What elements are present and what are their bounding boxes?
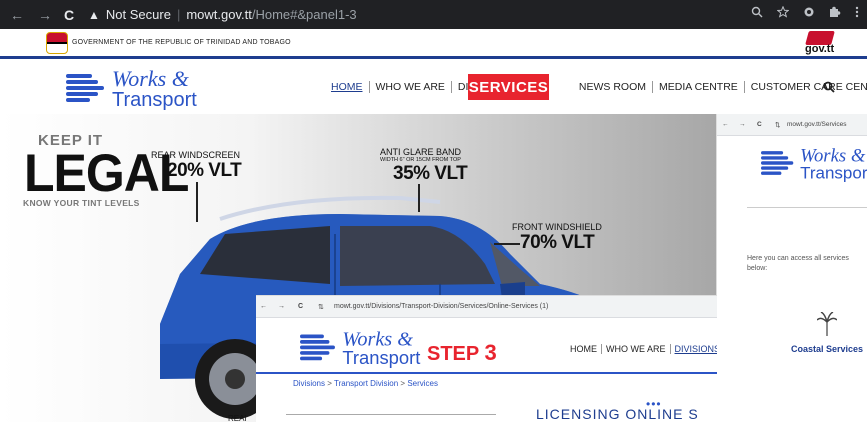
online-services-inset: ← → C ⇅ mowt.gov.tt/Divisions/Transport-…: [256, 295, 717, 422]
url-path: /Home#&panel1-3: [251, 7, 357, 22]
nav-news-room[interactable]: NEWS ROOM: [573, 81, 654, 93]
services-page-inset: ← → C ⇅ mowt.gov.tt/Services Works & Tra…: [716, 114, 867, 422]
inset-site-logo[interactable]: Works & Transport: [761, 146, 867, 182]
logo-mark-icon: [66, 72, 108, 106]
step-number: 3: [484, 340, 497, 365]
logo-mark-icon: [300, 333, 339, 364]
logo-works: Works &: [112, 66, 189, 91]
browser-toolbar: ← → C ▲ Not Secure | mowt.gov.tt/Home#&p…: [0, 0, 867, 29]
inset-site-logo[interactable]: Works & Transport: [300, 329, 420, 368]
nav-who-we-are[interactable]: WHO WE ARE: [602, 344, 671, 354]
toolbar-actions: [751, 6, 859, 18]
nav-media-centre[interactable]: MEDIA CENTRE: [653, 81, 745, 93]
step-label: STEP 3: [427, 340, 497, 366]
licensing-heading: LICENSING ONLINE S: [536, 406, 699, 422]
nav-home[interactable]: HOME: [325, 81, 370, 93]
forward-icon[interactable]: →: [739, 121, 746, 128]
rear-windscreen-label: REAR WINDSCREEN: [151, 150, 241, 160]
step-word: STEP: [427, 343, 479, 365]
header-rule: [256, 372, 717, 374]
site-info-icon: ⇅: [318, 304, 324, 311]
anti-glare-label: ANTI GLARE BAND: [380, 147, 462, 157]
coastal-services-link[interactable]: Coastal Services: [791, 344, 863, 354]
star-icon[interactable]: [777, 6, 789, 18]
anti-glare-leader-line: [418, 184, 420, 212]
inset-url[interactable]: mowt.gov.tt/Divisions/Transport-Division…: [334, 303, 548, 310]
address-bar[interactable]: ▲ Not Secure | mowt.gov.tt/Home#&panel1-…: [88, 4, 708, 25]
reload-icon[interactable]: C: [64, 7, 74, 23]
government-title: GOVERNMENT OF THE REPUBLIC OF TRINIDAD A…: [72, 39, 291, 46]
forward-icon[interactable]: →: [278, 303, 285, 310]
main-nav: HOME WHO WE ARE DIVISI NEWS ROOM MEDIA C…: [325, 81, 867, 93]
divider: [747, 207, 867, 208]
search-icon[interactable]: [823, 81, 835, 93]
gov-tt-logo[interactable]: gov.tt: [803, 31, 839, 57]
front-windshield-label: FRONT WINDSHIELD: [512, 222, 602, 232]
coat-of-arms-icon: [46, 32, 68, 54]
gov-tt-text: gov.tt: [805, 43, 835, 55]
url-text: mowt.gov.tt/Home#&panel1-3: [186, 7, 356, 22]
know-tint-text: KNOW YOUR TINT LEVELS: [23, 198, 140, 208]
nav-divisions[interactable]: DIVISIONS: [671, 344, 717, 354]
rear-leader-line: [196, 182, 198, 222]
menu-icon[interactable]: [855, 6, 859, 18]
breadcrumb-transport-division[interactable]: Transport Division: [334, 379, 398, 388]
nav-home[interactable]: HOME: [566, 344, 602, 354]
logo-works: Works &: [800, 144, 866, 166]
section-divider: [286, 414, 496, 415]
nav-who-we-are[interactable]: WHO WE ARE: [370, 81, 452, 93]
services-badge[interactable]: SERVICES: [468, 74, 549, 100]
site-logo[interactable]: Works & Transport: [66, 68, 197, 110]
rear-windscreen-value: 20% VLT: [167, 160, 242, 181]
back-icon[interactable]: ←: [10, 7, 24, 23]
back-icon[interactable]: ←: [260, 303, 267, 310]
logo-transport: Transport: [342, 348, 421, 369]
access-services-text: Here you can access all services below:: [747, 255, 849, 272]
url-separator: |: [176, 7, 181, 22]
back-icon[interactable]: ←: [722, 121, 729, 128]
inset-nav: HOME WHO WE ARE DIVISIONS: [566, 344, 717, 354]
breadcrumb-sep: >: [327, 379, 332, 388]
logo-transport: Transport: [112, 89, 197, 111]
palm-tree-icon: [817, 312, 837, 336]
front-leader-line: [494, 243, 520, 245]
inset-browser-bar: ← → C ⇅ mowt.gov.tt/Services: [717, 114, 867, 136]
url-host: mowt.gov.tt: [186, 7, 252, 22]
extension-icon[interactable]: [803, 6, 815, 18]
inset-url[interactable]: mowt.gov.tt/Services: [787, 121, 846, 128]
forward-icon[interactable]: →: [38, 7, 52, 23]
site-info-icon: ⇅: [775, 122, 781, 129]
logo-transport: Transport: [800, 163, 867, 183]
inset-browser-bar: ← → C ⇅ mowt.gov.tt/Divisions/Transport-…: [256, 296, 717, 318]
anti-glare-value: 35% VLT: [393, 163, 468, 184]
reload-icon[interactable]: C: [298, 303, 303, 310]
breadcrumb-sep: >: [400, 379, 406, 388]
breadcrumb-services[interactable]: Services: [407, 379, 438, 388]
warning-icon: ▲: [88, 7, 100, 22]
cutoff-text: REAI: [228, 414, 247, 422]
logo-works: Works &: [342, 327, 413, 351]
government-banner: GOVERNMENT OF THE REPUBLIC OF TRINIDAD A…: [0, 29, 867, 59]
search-icon[interactable]: [751, 6, 763, 18]
logo-mark-icon: [761, 149, 797, 178]
front-windshield-value: 70% VLT: [520, 232, 595, 253]
reload-icon[interactable]: C: [757, 121, 762, 128]
breadcrumb: Divisions > Transport Division > Service…: [293, 379, 438, 388]
not-secure-label: Not Secure: [105, 7, 171, 22]
nav-customer-care[interactable]: CUSTOMER CARE CENTRE: [745, 81, 867, 93]
breadcrumb-divisions[interactable]: Divisions: [293, 379, 325, 388]
puzzle-icon[interactable]: [829, 6, 841, 18]
